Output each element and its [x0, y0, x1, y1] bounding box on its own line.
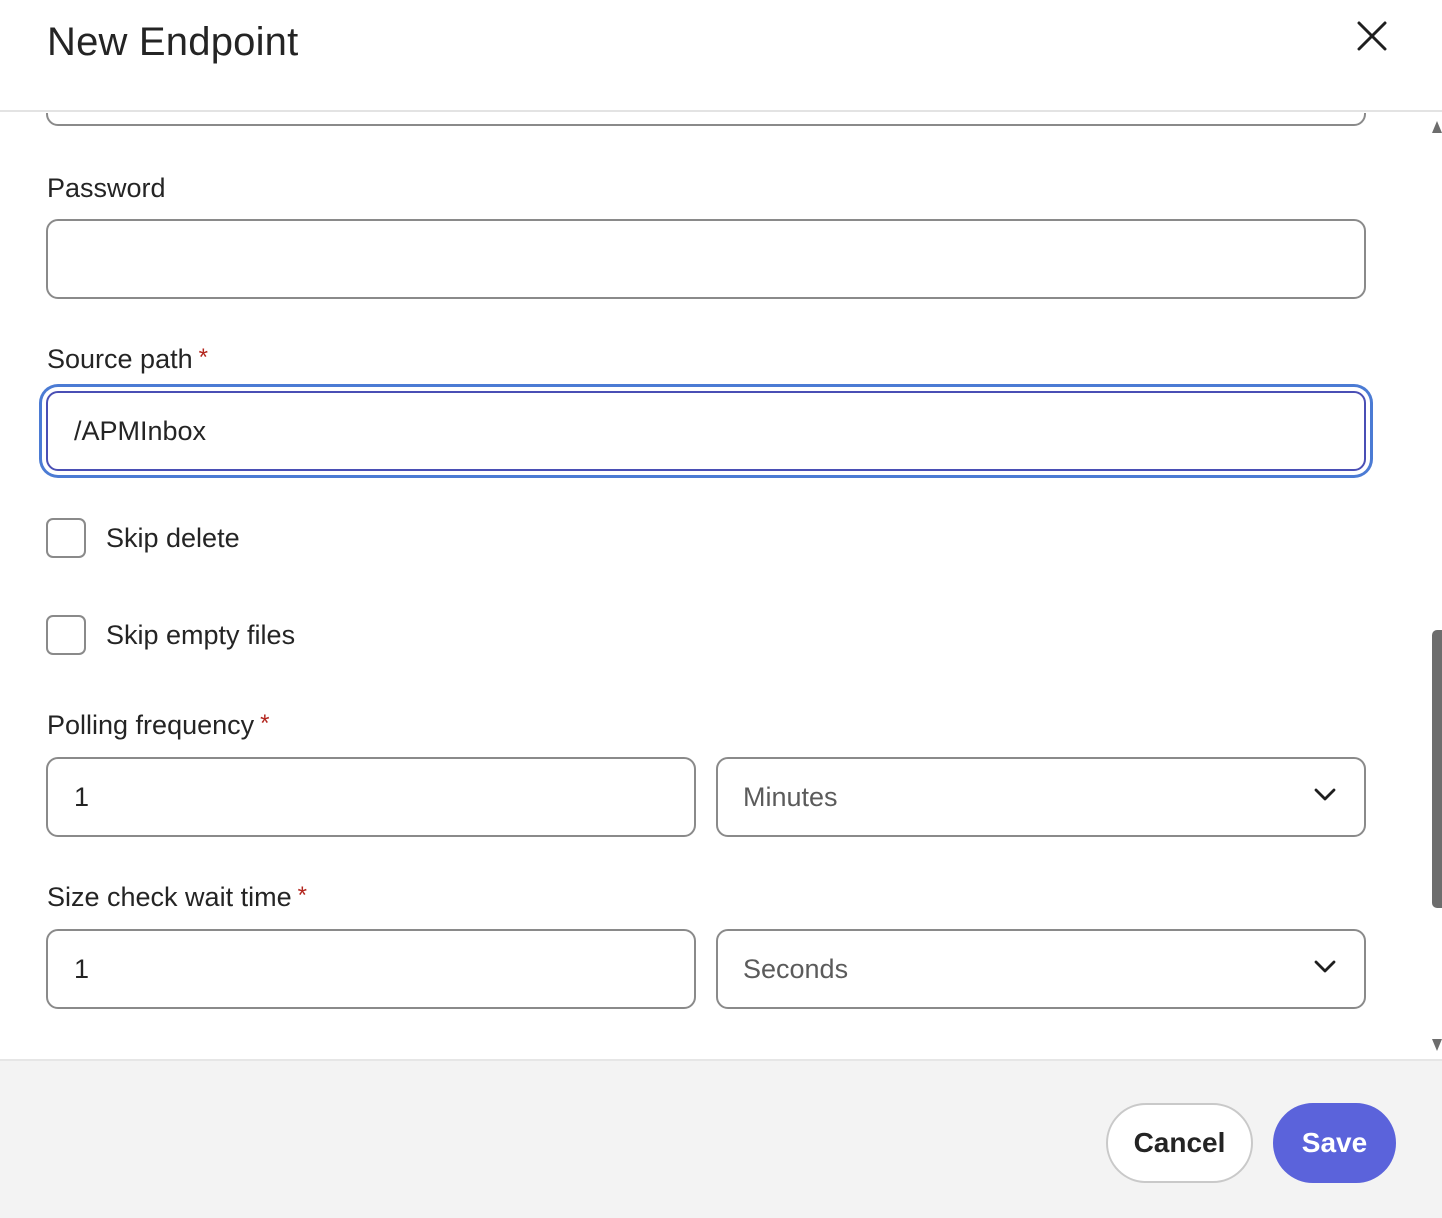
- size-check-wait-time-value: 1: [74, 953, 90, 984]
- skip-empty-files-label: Skip empty files: [106, 619, 296, 650]
- required-mark: *: [297, 882, 307, 909]
- source-path-label: Source path *: [47, 344, 208, 375]
- cancel-button[interactable]: Cancel: [1106, 1103, 1253, 1183]
- chevron-down-icon: [1314, 788, 1336, 801]
- source-path-input[interactable]: /APMInbox: [46, 391, 1366, 471]
- chevron-down-icon: [1314, 960, 1336, 973]
- save-button[interactable]: Save: [1273, 1103, 1396, 1183]
- password-label: Password: [47, 173, 166, 204]
- polling-frequency-label: Polling frequency *: [47, 710, 269, 741]
- dialog-footer: Cancel Save: [0, 1059, 1442, 1218]
- vertical-scrollbar[interactable]: [1430, 113, 1442, 1059]
- password-label-text: Password: [47, 173, 166, 203]
- polling-frequency-unit-value: Minutes: [743, 781, 838, 812]
- skip-delete-label: Skip delete: [106, 522, 240, 553]
- required-mark: *: [260, 710, 270, 737]
- dialog-header: New Endpoint: [0, 0, 1442, 112]
- size-check-wait-time-unit-select[interactable]: Seconds: [716, 929, 1366, 1009]
- size-check-wait-time-unit-value: Seconds: [743, 953, 849, 984]
- scroll-up-arrow-icon[interactable]: [1432, 121, 1442, 133]
- dialog-title: New Endpoint: [47, 20, 299, 64]
- source-path-value: /APMInbox: [74, 415, 207, 446]
- scroll-down-arrow-icon[interactable]: [1432, 1039, 1442, 1051]
- close-button[interactable]: [1350, 14, 1394, 58]
- skip-delete-row[interactable]: Skip delete: [46, 518, 240, 558]
- source-path-label-text: Source path: [47, 344, 193, 374]
- size-check-wait-time-label: Size check wait time *: [47, 882, 307, 913]
- polling-frequency-label-text: Polling frequency: [47, 710, 255, 740]
- close-icon: [1357, 21, 1387, 51]
- size-check-wait-time-label-text: Size check wait time: [47, 882, 292, 912]
- skip-delete-checkbox[interactable]: [46, 518, 86, 558]
- skip-empty-files-checkbox[interactable]: [46, 615, 86, 655]
- polling-frequency-input[interactable]: 1: [46, 757, 696, 837]
- scrollbar-thumb[interactable]: [1432, 630, 1442, 908]
- polling-frequency-unit-select[interactable]: Minutes: [716, 757, 1366, 837]
- password-input[interactable]: [46, 219, 1366, 299]
- polling-frequency-value: 1: [74, 781, 90, 812]
- size-check-wait-time-input[interactable]: 1: [46, 929, 696, 1009]
- previous-field-input[interactable]: [46, 113, 1366, 126]
- new-endpoint-dialog: New Endpoint Password Source path * /APMI…: [0, 0, 1442, 1218]
- required-mark: *: [198, 344, 208, 371]
- dialog-body[interactable]: Password Source path * /APMInbox Skip del…: [0, 113, 1442, 1059]
- skip-empty-files-row[interactable]: Skip empty files: [46, 615, 295, 655]
